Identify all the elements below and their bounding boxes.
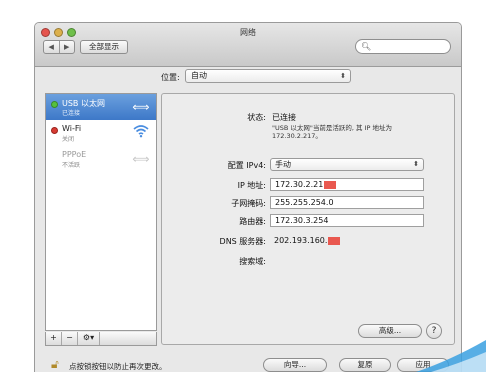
window-title: 网络 [240,28,256,37]
add-service-button[interactable]: + [46,332,62,345]
subnet-mask-field[interactable]: 255.255.254.0 [270,196,424,209]
show-all-button[interactable]: 全部显示 [80,40,128,54]
remove-service-button[interactable]: − [62,332,78,345]
lock-hint-text: 点按锁按钮以防止再次更改。 [69,362,167,371]
subnet-mask-value: 255.255.254.0 [275,198,334,207]
forward-button[interactable]: ▶ [58,41,75,53]
ip-address-field[interactable]: 172.30.2.21 [270,178,424,191]
status-note-line2: 172.30.2.217。 [272,132,322,140]
search-input[interactable]: 🔍︎ [355,39,451,54]
service-list-controls: + − ⚙▾ [45,332,157,346]
service-status: 已连接 [62,110,81,117]
dns-server-value-wrap[interactable]: 202.193.160. [274,236,341,245]
service-item-pppoe[interactable]: PPPoE 不活跃 ⟺ [46,146,156,172]
service-status: 关闭 [62,136,75,143]
back-button[interactable]: ◀ [44,41,59,53]
gear-menu-button[interactable]: ⚙▾ [78,332,100,345]
search-icon: 🔍︎ [361,42,372,51]
assist-me-button[interactable]: 向导... [263,358,327,372]
service-item-wifi[interactable]: Wi-Fi 关闭 [46,120,156,146]
wifi-icon [132,124,150,142]
redaction-mark [328,236,341,245]
router-value: 172.30.3.254 [275,216,329,225]
redaction-mark [324,180,337,189]
pppoe-arrows-icon: ⟺ [132,152,150,166]
ipv4-config-value: 手动 [275,160,291,169]
service-name: Wi-Fi [62,124,82,133]
service-status: 不活跃 [62,162,81,169]
ipv4-config-label: 配置 IPv4: [227,161,266,170]
ethernet-arrows-icon: ⟺ [132,100,150,114]
status-value: 已连接 [272,113,296,122]
ipv4-config-select[interactable]: 手动 ⬍ [270,158,424,171]
location-label: 位置: [161,73,180,82]
service-item-usb-ethernet[interactable]: USB 以太网 已连接 ⟺ [46,94,156,120]
service-list: USB 以太网 已连接 ⟺ Wi-Fi 关闭 PPPoE 不活跃 ⟺ [45,93,157,331]
lock-icon[interactable]: 🔓︎ [51,357,59,372]
chevron-updown-icon: ⬍ [340,72,346,80]
ip-address-value: 172.30.2.21 [275,180,324,189]
network-preferences-window: 网络 ◀ ▶ 全部显示 🔍︎ 位置: 自动 ⬍ USB 以太网 已连接 ⟺ Wi… [34,22,462,372]
titlebar: 网络 ◀ ▶ 全部显示 🔍︎ [35,23,461,67]
router-field[interactable]: 172.30.3.254 [270,214,424,227]
location-value: 自动 [191,71,207,80]
service-detail-panel: 状态: 已连接 "USB 以太网"当前是活跃的, 其 IP 地址为 172.30… [161,93,455,345]
location-select[interactable]: 自动 ⬍ [185,69,351,83]
decorative-wave-corner [416,340,486,372]
status-note-line1: "USB 以太网"当前是活跃的, 其 IP 地址为 [272,124,392,132]
status-dot-red [51,127,58,134]
ip-address-label: IP 地址: [237,181,266,190]
chevron-updown-icon: ⬍ [413,160,419,168]
search-domain-label: 搜索域: [239,257,266,266]
status-dot-green [51,101,58,108]
service-name: PPPoE [62,150,87,159]
revert-button[interactable]: 复原 [339,358,391,372]
dns-server-value: 202.193.160. [274,236,328,245]
nav-segmented-control: ◀ ▶ [43,40,75,54]
dns-server-label: DNS 服务器: [219,237,266,246]
subnet-mask-label: 子网掩码: [231,199,266,208]
router-label: 路由器: [239,217,266,226]
status-label: 状态: [247,113,266,122]
